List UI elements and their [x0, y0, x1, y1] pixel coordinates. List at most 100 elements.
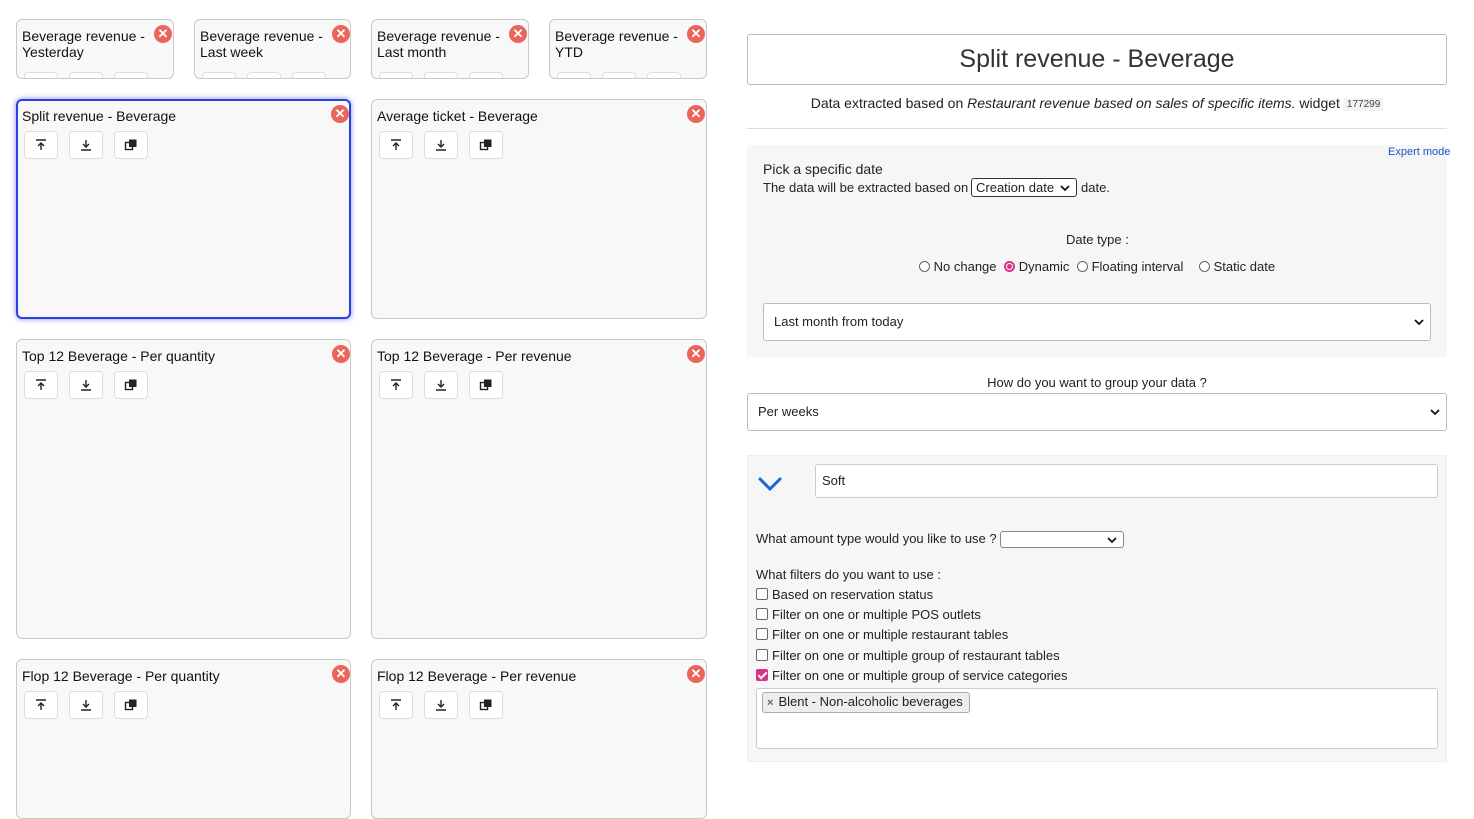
chevron-down-icon — [1107, 536, 1117, 543]
move-bottom-icon — [436, 140, 446, 151]
widget-toolbar — [202, 72, 326, 78]
move-top-icon — [36, 379, 46, 390]
duplicate-button[interactable] — [469, 131, 503, 159]
checkbox[interactable] — [756, 588, 768, 600]
duplicate-button[interactable] — [114, 371, 148, 399]
filter-service-category-groups[interactable]: Filter on one or multiple group of servi… — [756, 668, 1068, 683]
widget-toolbar — [24, 131, 148, 159]
move-top-button[interactable] — [379, 691, 413, 719]
move-bottom-button[interactable] — [424, 131, 458, 159]
widget-id-badge: 177299 — [1343, 97, 1384, 111]
chevron-down-icon[interactable] — [757, 474, 783, 494]
date-type-label: Date type : — [1066, 232, 1129, 247]
duplicate-button[interactable] — [469, 371, 503, 399]
move-bottom-button[interactable] — [602, 72, 636, 78]
duplicate-icon — [124, 379, 137, 391]
filter-label: Filter on one or multiple restaurant tab… — [772, 627, 1009, 642]
widget-toolbar — [24, 691, 148, 719]
widget-title: Split revenue - Beverage — [22, 108, 177, 124]
widget-card-last-week[interactable]: Beverage revenue - Last week ✕ — [194, 19, 351, 79]
close-icon[interactable]: ✕ — [332, 345, 350, 363]
move-top-button[interactable] — [379, 131, 413, 159]
date-basis-select[interactable]: Creation date — [971, 178, 1077, 197]
widget-card-flop12-quantity[interactable]: Flop 12 Beverage - Per quantity ✕ — [16, 659, 351, 819]
checkbox[interactable] — [756, 649, 768, 661]
move-top-button[interactable] — [24, 72, 58, 78]
move-top-button[interactable] — [202, 72, 236, 78]
extract-suffix: widget — [1295, 95, 1340, 111]
duplicate-button[interactable] — [469, 72, 503, 78]
dynamic-period-value: Last month from today — [774, 314, 904, 329]
move-bottom-button[interactable] — [69, 72, 103, 78]
radio-static-date[interactable] — [1199, 261, 1210, 272]
filter-label: Filter on one or multiple group of resta… — [772, 648, 1060, 663]
widget-card-last-month[interactable]: Beverage revenue - Last month ✕ — [371, 19, 529, 79]
widget-card-top12-quantity[interactable]: Top 12 Beverage - Per quantity ✕ — [16, 339, 351, 639]
radio-no-change[interactable] — [919, 261, 930, 272]
checkbox[interactable] — [756, 628, 768, 640]
date-basis-prefix: The data will be extracted based on — [763, 180, 969, 195]
duplicate-icon — [479, 139, 492, 151]
sub-name-input[interactable]: Soft — [815, 464, 1438, 498]
move-top-button[interactable] — [379, 72, 413, 78]
filter-table-groups[interactable]: Filter on one or multiple group of resta… — [756, 648, 1060, 663]
duplicate-button[interactable] — [469, 691, 503, 719]
move-bottom-icon — [436, 380, 446, 391]
duplicate-button[interactable] — [114, 131, 148, 159]
move-bottom-button[interactable] — [424, 72, 458, 78]
move-bottom-button[interactable] — [69, 691, 103, 719]
close-icon[interactable]: ✕ — [509, 25, 527, 43]
dynamic-period-select[interactable]: Last month from today — [763, 303, 1431, 341]
checkbox-checked[interactable] — [756, 669, 768, 681]
tag-remove-icon[interactable]: × — [767, 697, 773, 709]
widget-card-flop12-revenue[interactable]: Flop 12 Beverage - Per revenue ✕ — [371, 659, 707, 819]
move-top-button[interactable] — [24, 371, 58, 399]
widget-card-average-ticket[interactable]: Average ticket - Beverage ✕ — [371, 99, 707, 319]
move-bottom-button[interactable] — [69, 131, 103, 159]
move-bottom-button[interactable] — [247, 72, 281, 78]
move-top-button[interactable] — [379, 371, 413, 399]
filter-pos-outlets[interactable]: Filter on one or multiple POS outlets — [756, 607, 981, 622]
move-bottom-icon — [81, 700, 91, 711]
expert-mode-link[interactable]: Expert mode — [1388, 146, 1450, 158]
widget-toolbar — [379, 691, 503, 719]
close-icon[interactable]: ✕ — [687, 25, 705, 43]
close-icon[interactable]: ✕ — [154, 25, 172, 43]
duplicate-button[interactable] — [114, 72, 148, 78]
duplicate-icon — [479, 379, 492, 391]
move-bottom-button[interactable] — [424, 371, 458, 399]
date-basis-value: Creation date — [976, 180, 1055, 195]
move-top-button[interactable] — [557, 72, 591, 78]
move-bottom-icon — [81, 140, 91, 151]
widget-card-top12-revenue[interactable]: Top 12 Beverage - Per revenue ✕ — [371, 339, 707, 639]
extract-source: Restaurant revenue based on sales of spe… — [967, 95, 1296, 111]
close-icon[interactable]: ✕ — [687, 345, 705, 363]
group-select[interactable]: Per weeks — [747, 393, 1447, 431]
move-bottom-button[interactable] — [424, 691, 458, 719]
amount-type-select[interactable] — [1000, 531, 1124, 548]
widget-card-yesterday[interactable]: Beverage revenue - Yesterday ✕ — [16, 19, 174, 79]
divider — [747, 128, 1447, 129]
filter-reservation-status[interactable]: Based on reservation status — [756, 587, 933, 602]
duplicate-button[interactable] — [292, 72, 326, 78]
move-top-button[interactable] — [24, 691, 58, 719]
close-icon[interactable]: ✕ — [687, 665, 705, 683]
radio-floating-interval[interactable] — [1076, 261, 1088, 272]
widget-toolbar — [24, 72, 148, 78]
filter-restaurant-tables[interactable]: Filter on one or multiple restaurant tab… — [756, 627, 1008, 642]
close-icon[interactable]: ✕ — [331, 105, 349, 123]
duplicate-button[interactable] — [647, 72, 681, 78]
widget-title: Beverage revenue - Yesterday — [22, 28, 145, 60]
widget-card-split-revenue[interactable]: Split revenue - Beverage ✕ — [16, 99, 351, 319]
move-bottom-button[interactable] — [69, 371, 103, 399]
duplicate-button[interactable] — [114, 691, 148, 719]
move-top-button[interactable] — [24, 131, 58, 159]
close-icon[interactable]: ✕ — [687, 105, 705, 123]
close-icon[interactable]: ✕ — [332, 25, 350, 43]
radio-label-static-date: Static date — [1213, 259, 1276, 274]
extract-info: Data extracted based on Restaurant reven… — [747, 95, 1447, 111]
checkbox[interactable] — [756, 608, 768, 620]
widget-card-ytd[interactable]: Beverage revenue - YTD ✕ — [549, 19, 707, 79]
close-icon[interactable]: ✕ — [332, 665, 350, 683]
radio-dynamic[interactable] — [1004, 261, 1016, 272]
